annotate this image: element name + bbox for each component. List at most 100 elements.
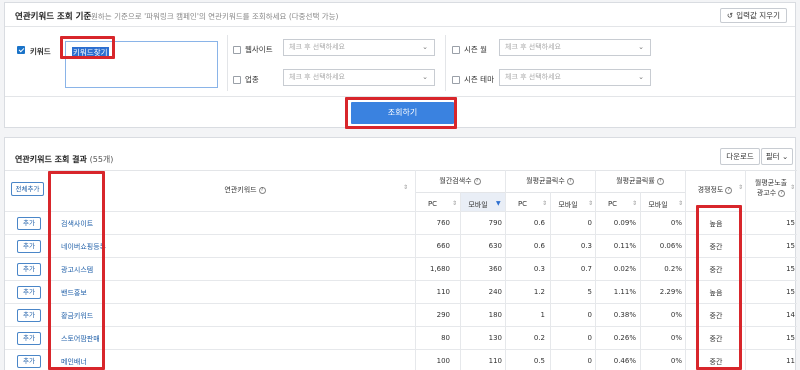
cell-mo-search: 240	[488, 288, 502, 296]
mobile-search-header[interactable]: 모바일	[461, 200, 495, 210]
season-theme-label: 시즌 테마	[464, 75, 494, 84]
help-icon[interactable]: ?	[725, 186, 733, 194]
competition-header: 경쟁정도?	[685, 185, 745, 195]
website-select[interactable]: 체크 후 선택하세요 ⌄	[283, 39, 435, 56]
sort-icon[interactable]: ⇕	[790, 184, 795, 191]
keyword-column-label: 연관키워드	[224, 186, 257, 194]
sort-icon[interactable]: ⇕	[403, 184, 408, 191]
industry-select[interactable]: 체크 후 선택하세요 ⌄	[283, 69, 435, 86]
cell-mo-search: 790	[488, 219, 502, 227]
pc-clicks-header[interactable]: PC	[505, 200, 540, 208]
table-row: 추가 네이버쇼핑등록 660 630 0.6 0.3 0.11% 0.06% 15 중간	[5, 234, 797, 257]
pc-ctr-header[interactable]: PC	[595, 200, 630, 208]
industry-checkbox[interactable]	[233, 76, 241, 84]
season-month-checkbox[interactable]	[452, 46, 460, 54]
website-select-value: 체크 후 선택하세요	[289, 43, 345, 51]
season-month-select[interactable]: 체크 후 선택하세요 ⌄	[499, 39, 651, 56]
cell-mo-search: 360	[488, 265, 502, 273]
annotation-box	[60, 36, 115, 59]
competition-label: 경쟁정도	[697, 186, 724, 194]
mobile-clicks-header[interactable]: 모바일	[551, 200, 585, 210]
pc-search-header[interactable]: PC	[415, 200, 450, 208]
cell-mo-click: 0.7	[580, 265, 592, 273]
table-row: 추가 스토어팜판매 80 130 0.2 0 0.26% 0% 15 중간	[5, 326, 797, 349]
help-icon[interactable]: ?	[656, 177, 664, 185]
monthly-search-label: 월간검색수	[439, 177, 472, 185]
website-label: 웹사이트	[245, 45, 273, 54]
results-title-text: 연관키워드 조회 결과	[15, 155, 87, 164]
filter-button[interactable]: 필터 ⌄	[761, 148, 793, 165]
add-keyword-button[interactable]: 추가	[17, 286, 41, 299]
table-row: 추가 밴드홍보 110 240 1.2 5 1.11% 2.29% 15 높음	[5, 280, 797, 303]
keyword-column-header[interactable]: 연관키워드?	[195, 185, 295, 195]
cell-pc-ctr: 0.38%	[613, 311, 636, 319]
help-icon[interactable]: ?	[258, 186, 266, 194]
sort-icon[interactable]: ⇕	[632, 200, 637, 207]
sort-icon[interactable]: ⇕	[738, 184, 743, 191]
cell-pc-click: 0.3	[533, 265, 545, 273]
sort-icon[interactable]: ⇕	[542, 200, 547, 207]
add-keyword-button[interactable]: 추가	[17, 217, 41, 230]
cell-mo-search: 630	[488, 242, 502, 250]
keyword-checkbox[interactable]	[17, 46, 25, 54]
cell-mo-ctr: 0%	[670, 334, 682, 342]
download-button[interactable]: 다운로드	[720, 148, 760, 165]
chevron-down-icon: ⌄	[422, 43, 428, 51]
cell-pc-ctr: 0.09%	[613, 219, 636, 227]
cell-pc-search: 660	[436, 242, 450, 250]
cell-pc-ctr: 0.02%	[613, 265, 636, 273]
add-keyword-button[interactable]: 추가	[17, 355, 41, 368]
add-keyword-button[interactable]: 추가	[17, 263, 41, 276]
table-row: 추가 광고시스템 1,680 360 0.3 0.7 0.02% 0.2% 15 중간	[5, 257, 797, 280]
cell-mo-ctr: 0%	[670, 357, 682, 365]
cell-pc-search: 290	[436, 311, 450, 319]
monthly-search-header: 월간검색수?	[415, 176, 505, 186]
cell-ads: 15	[786, 242, 795, 250]
monthly-ctr-header: 월평균클릭률?	[595, 176, 685, 186]
sort-icon[interactable]: ⇕	[588, 200, 593, 207]
filter-subtitle: 원하는 기준으로 '파워링크 캠페인'의 연관키워드를 조회하세요 (다중선택 …	[91, 12, 339, 21]
table-row: 추가 검색사이트 760 790 0.6 0 0.09% 0% 15 높음	[5, 211, 797, 234]
cell-pc-click: 0.6	[533, 219, 545, 227]
cell-ads: 11	[786, 357, 795, 365]
help-icon[interactable]: ?	[566, 177, 574, 185]
cell-mo-ctr: 0%	[670, 219, 682, 227]
sort-icon[interactable]: ⇕	[678, 200, 683, 207]
chevron-down-icon: ⌄	[781, 152, 789, 161]
annotation-box	[48, 171, 105, 370]
table-row: 추가 메인배너 100 110 0.5 0 0.46% 0% 11 중간	[5, 349, 797, 370]
results-count: (55개)	[89, 155, 114, 164]
cell-mo-ctr: 2.29%	[659, 288, 682, 296]
cell-ads: 15	[786, 265, 795, 273]
cell-mo-click: 0.3	[580, 242, 592, 250]
cell-pc-ctr: 0.46%	[613, 357, 636, 365]
results-title: 연관키워드 조회 결과 (55개)	[15, 154, 113, 165]
avg-ads-label-line1: 월평균노출	[754, 179, 788, 187]
reset-button[interactable]: ↺ 입력값 지우기	[719, 8, 787, 23]
cell-mo-search: 180	[488, 311, 502, 319]
season-theme-select[interactable]: 체크 후 선택하세요 ⌄	[499, 69, 651, 86]
cell-ads: 15	[786, 219, 795, 227]
reset-label: 입력값 지우기	[736, 11, 780, 20]
cell-pc-ctr: 0.11%	[613, 242, 636, 250]
add-keyword-button[interactable]: 추가	[17, 309, 41, 322]
mobile-ctr-header[interactable]: 모바일	[641, 200, 675, 210]
add-keyword-button[interactable]: 추가	[17, 240, 41, 253]
help-icon[interactable]: ?	[778, 189, 786, 197]
add-keyword-button[interactable]: 추가	[17, 332, 41, 345]
cell-ads: 15	[786, 334, 795, 342]
cell-mo-ctr: 0.06%	[659, 242, 682, 250]
season-theme-checkbox[interactable]	[452, 76, 460, 84]
annotation-box	[345, 97, 457, 129]
cell-pc-ctr: 0.26%	[613, 334, 636, 342]
cell-pc-click: 1.2	[533, 288, 545, 296]
website-checkbox[interactable]	[233, 46, 241, 54]
add-all-button[interactable]: 전체추가	[11, 182, 44, 196]
help-icon[interactable]: ?	[473, 177, 481, 185]
cell-pc-search: 100	[436, 357, 450, 365]
sort-desc-icon[interactable]: ▼	[496, 200, 501, 207]
sort-icon[interactable]: ⇕	[452, 200, 457, 207]
chevron-down-icon: ⌄	[422, 73, 428, 81]
cell-pc-click: 0.6	[533, 242, 545, 250]
cell-mo-search: 110	[488, 357, 502, 365]
